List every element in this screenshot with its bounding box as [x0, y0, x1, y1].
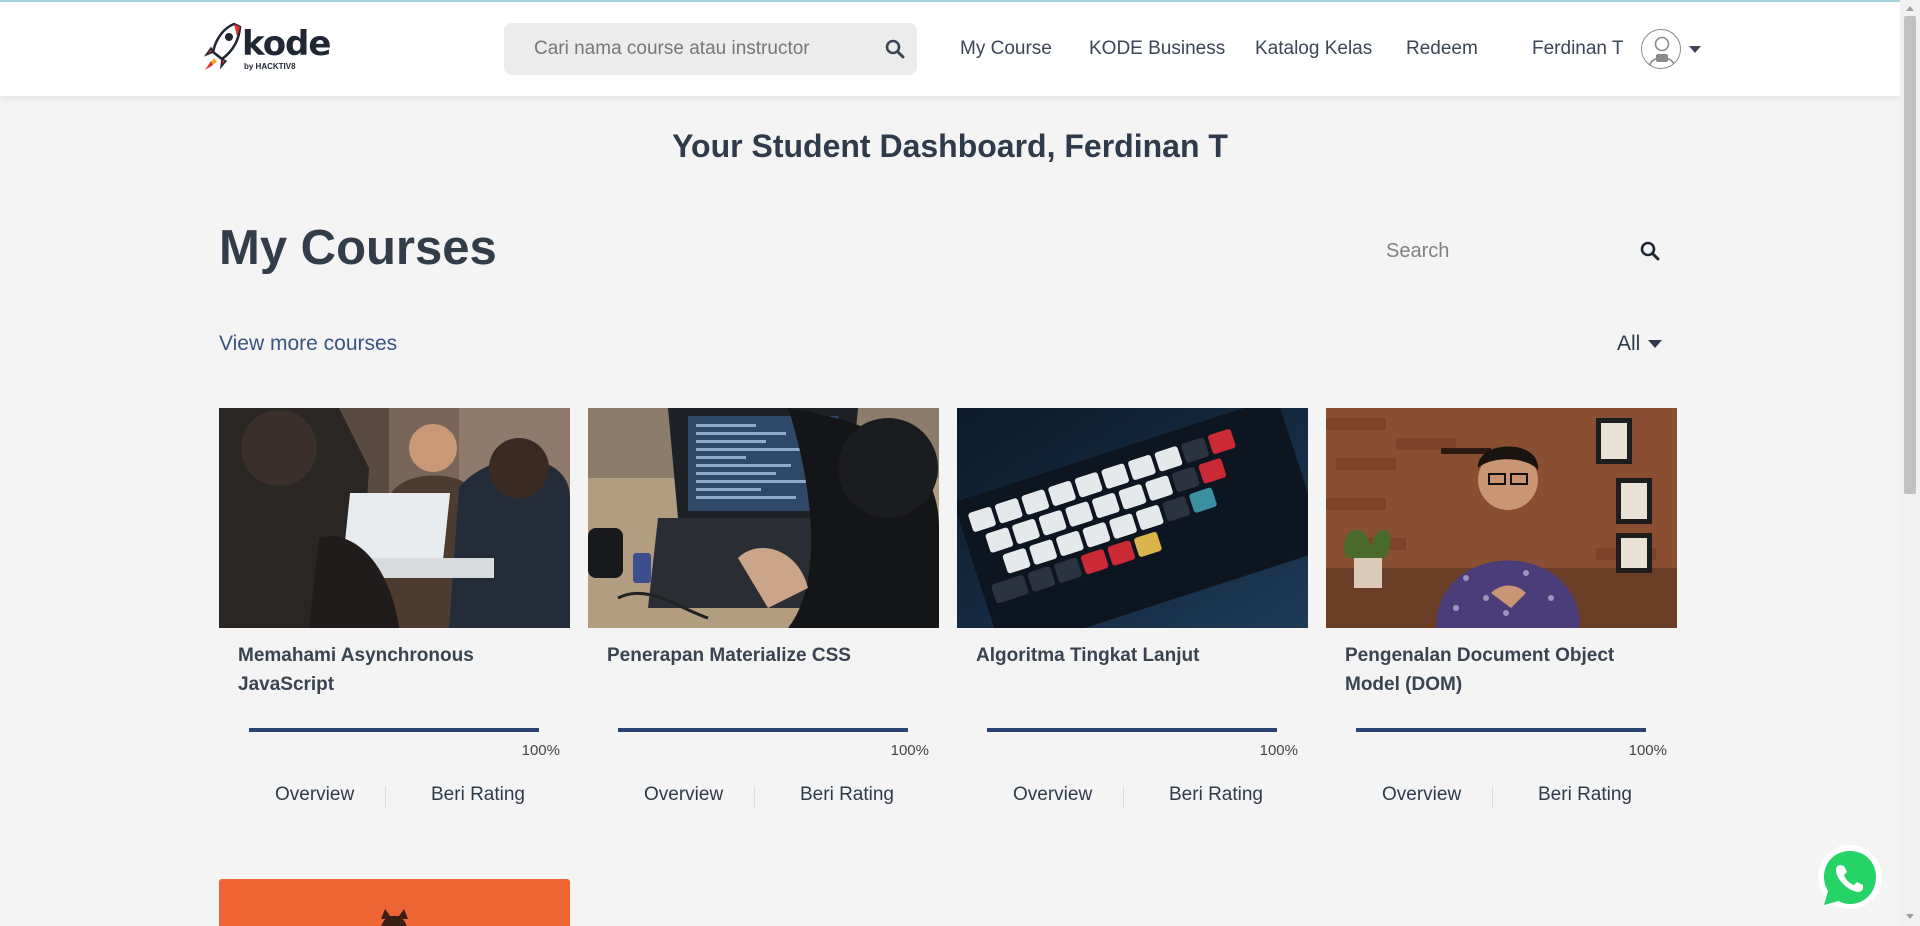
- caret-down-icon: [1648, 340, 1663, 349]
- progress-fill: [1356, 728, 1646, 732]
- course-title[interactable]: Penerapan Materialize CSS: [607, 641, 927, 670]
- divider: [1492, 786, 1493, 808]
- divider: [754, 786, 755, 808]
- progress-bar: [1356, 728, 1646, 732]
- whatsapp-chat-button[interactable]: [1814, 843, 1886, 915]
- nav-my-course[interactable]: My Course: [960, 38, 1052, 60]
- course-thumbnail[interactable]: [957, 408, 1308, 628]
- overview-link[interactable]: Overview: [644, 784, 723, 806]
- nav-redeem[interactable]: Redeem: [1406, 38, 1478, 60]
- scroll-up-arrow-icon[interactable]: [1906, 6, 1914, 11]
- course-search-input[interactable]: [1386, 234, 1616, 268]
- course-thumbnail[interactable]: [219, 879, 570, 926]
- navbar: kode by HACKTIV8 My Course KODE Business…: [0, 2, 1900, 96]
- course-title[interactable]: Algoritma Tingkat Lanjut: [976, 641, 1296, 670]
- whatsapp-icon: [1818, 845, 1882, 909]
- search-icon[interactable]: [885, 39, 905, 59]
- course-thumbnail[interactable]: [588, 408, 939, 628]
- nav-kode-business[interactable]: KODE Business: [1089, 38, 1225, 60]
- overview-link[interactable]: Overview: [275, 784, 354, 806]
- progress-percent: 100%: [890, 742, 929, 759]
- user-name[interactable]: Ferdinan T: [1532, 38, 1624, 60]
- course-thumbnail[interactable]: [1326, 408, 1677, 628]
- scrollbar-thumb[interactable]: [1904, 16, 1916, 494]
- course-thumbnail[interactable]: [219, 408, 570, 628]
- rate-course-link[interactable]: Beri Rating: [1169, 784, 1263, 806]
- progress-percent: 100%: [1259, 742, 1298, 759]
- course-card: Penerapan Materialize CSS 100% Overview …: [588, 408, 939, 828]
- course-title[interactable]: Memahami Asynchronous JavaScript: [238, 641, 558, 699]
- rocket-icon: [203, 22, 242, 70]
- course-title[interactable]: Pengenalan Document Object Model (DOM): [1345, 641, 1665, 699]
- progress-bar: [618, 728, 908, 732]
- progress-fill: [987, 728, 1277, 732]
- progress-fill: [249, 728, 539, 732]
- mascot-icon: [381, 909, 408, 926]
- filter-label: All: [1617, 332, 1641, 355]
- logo-subtitle: by HACKTIV8: [244, 62, 296, 71]
- nav-katalog-kelas[interactable]: Katalog Kelas: [1255, 38, 1372, 60]
- course-card: Algoritma Tingkat Lanjut 100% Overview B…: [957, 408, 1308, 828]
- dashboard-heading: Your Student Dashboard, Ferdinan T: [672, 128, 1228, 164]
- section-title: My Courses: [219, 221, 497, 275]
- overview-link[interactable]: Overview: [1013, 784, 1092, 806]
- rate-course-link[interactable]: Beri Rating: [431, 784, 525, 806]
- course-search: [1386, 234, 1666, 268]
- progress-percent: 100%: [1628, 742, 1667, 759]
- course-card: Pengenalan Document Object Model (DOM) 1…: [1326, 408, 1677, 828]
- divider: [385, 786, 386, 808]
- search-icon[interactable]: [1640, 241, 1660, 261]
- page-scrollbar[interactable]: [1900, 0, 1920, 926]
- rate-course-link[interactable]: Beri Rating: [1538, 784, 1632, 806]
- filter-dropdown[interactable]: All: [1617, 332, 1663, 356]
- rate-course-link[interactable]: Beri Rating: [800, 784, 894, 806]
- global-search-input[interactable]: [534, 36, 854, 62]
- divider: [1123, 786, 1124, 808]
- course-card: Memahami Asynchronous JavaScript 100% Ov…: [219, 408, 570, 828]
- user-avatar-icon[interactable]: [1641, 29, 1681, 69]
- logo-wordmark: kode: [242, 24, 331, 64]
- user-menu-caret-icon[interactable]: [1689, 46, 1701, 53]
- progress-bar: [249, 728, 539, 732]
- global-search: [504, 23, 917, 75]
- progress-percent: 100%: [521, 742, 560, 759]
- progress-bar: [987, 728, 1277, 732]
- progress-fill: [618, 728, 908, 732]
- overview-link[interactable]: Overview: [1382, 784, 1461, 806]
- kode-logo[interactable]: kode by HACKTIV8: [202, 18, 331, 74]
- scroll-down-arrow-icon[interactable]: [1906, 914, 1914, 919]
- view-more-courses-link[interactable]: View more courses: [219, 332, 397, 356]
